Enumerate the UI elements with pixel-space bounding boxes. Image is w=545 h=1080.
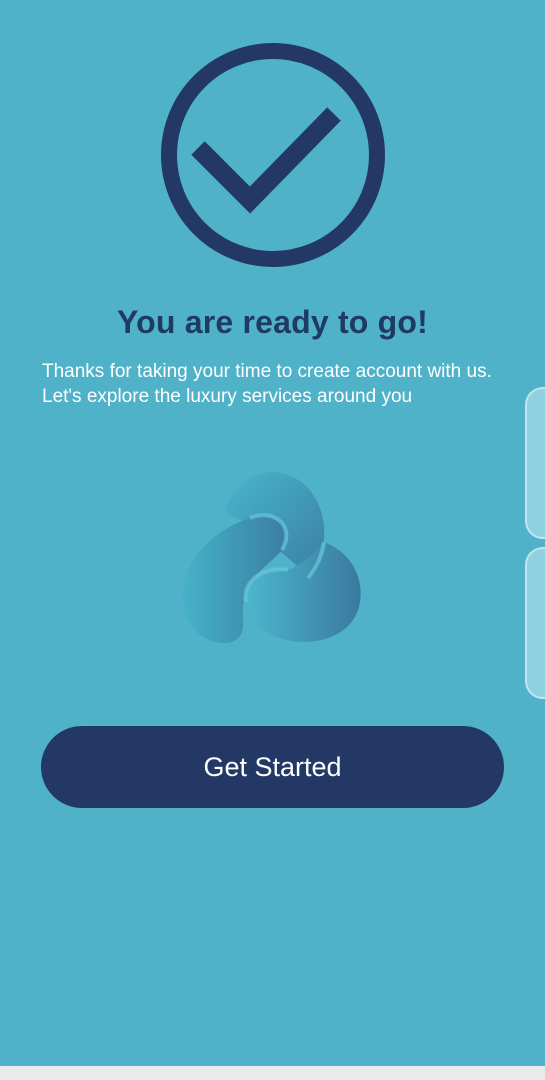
system-nav-bar: [0, 1066, 545, 1080]
trefoil-logo-icon: [178, 466, 368, 646]
page-title: You are ready to go!: [116, 304, 428, 340]
welcome-description: Thanks for taking your time to create ac…: [42, 361, 492, 407]
get-started-button[interactable]: Get Started: [41, 726, 504, 808]
edge-panel-handle-bottom[interactable]: [525, 547, 545, 699]
welcome-screen: You are ready to go! Thanks for taking y…: [0, 0, 545, 1066]
edge-panel-handle-top[interactable]: [525, 387, 545, 539]
check-circle-icon: [158, 40, 388, 270]
